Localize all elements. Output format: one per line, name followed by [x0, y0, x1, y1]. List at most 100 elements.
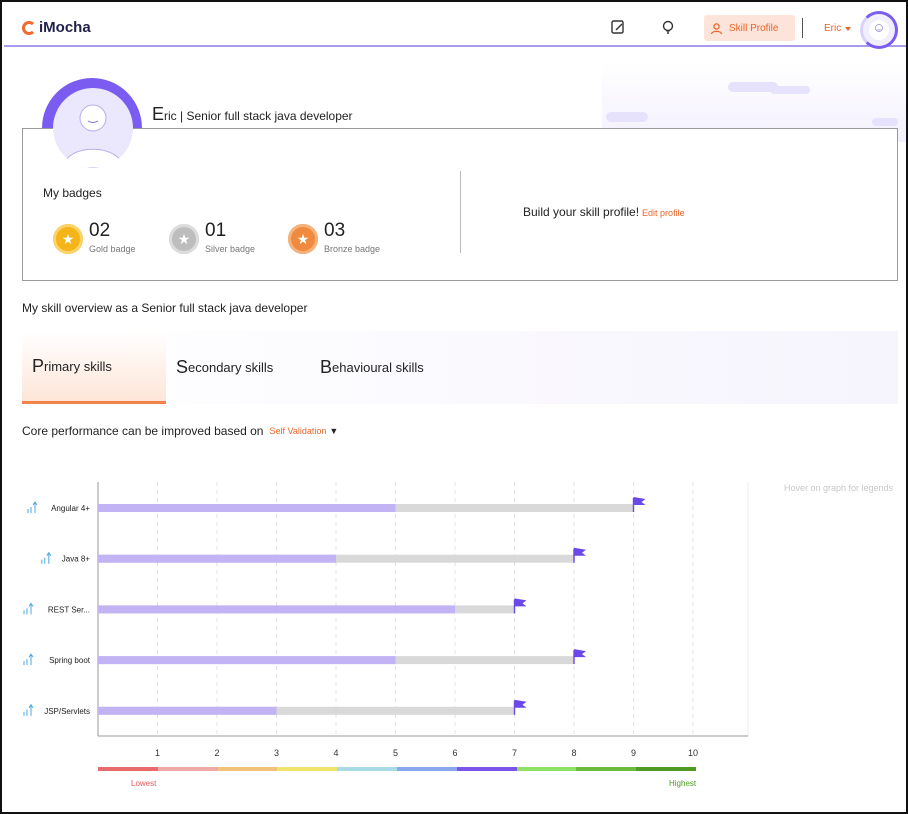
user-avatar-icon: [869, 20, 889, 40]
target-flag-icon: [514, 598, 527, 607]
bronze-badge: ★ 03 Bronze badge: [288, 221, 380, 254]
skill-category-label: Spring boot: [49, 656, 91, 665]
x-tick-label: 3: [274, 748, 279, 758]
skill-category-label: JSP/Servlets: [44, 707, 90, 716]
header-divider: [802, 18, 803, 38]
badges-card: My badges ★ 02 Gold badge ★ 01 Silver ba…: [22, 128, 898, 281]
trend-up-icon: [41, 551, 52, 564]
skill-overview-title: My skill overview as a Senior full stack…: [22, 301, 308, 315]
imocha-logo-icon: [22, 20, 36, 35]
skill-tabs: Primary skills Secondary skills Behaviou…: [22, 331, 898, 404]
top-header: iMocha Skill Profile Eric: [4, 4, 906, 49]
target-flag-icon: [633, 497, 646, 505]
x-tick-label: 5: [393, 748, 398, 758]
silver-star-badge-icon: ★: [169, 224, 199, 254]
bronze-badge-count: 03: [324, 220, 346, 241]
tab-initial: P: [32, 355, 45, 376]
legend-color-segment: [456, 767, 517, 771]
performance-legend-bar: [98, 767, 696, 771]
build-profile-label: Build your skill profile!: [523, 205, 640, 219]
x-tick-label: 8: [571, 748, 576, 758]
logo-text: iMocha: [39, 19, 91, 36]
user-icon: [710, 22, 723, 34]
gold-badge: ★ 02 Gold badge: [53, 221, 136, 254]
x-tick-label: 7: [512, 748, 517, 758]
skill-profile-label: Skill Profile: [729, 22, 779, 34]
hover-hint: Hover on graph for legends: [784, 483, 894, 493]
tab-label: rimary skills: [44, 358, 112, 374]
tab-secondary-skills[interactable]: Secondary skills: [166, 331, 306, 404]
x-tick-label: 2: [214, 748, 219, 758]
legend-highest-label: Highest: [669, 779, 697, 788]
self-validation-dropdown[interactable]: Self Validation: [269, 426, 326, 436]
notepad-edit-icon[interactable]: [609, 18, 627, 36]
trend-up-icon: [23, 653, 34, 666]
silver-badge-count: 01: [205, 220, 227, 241]
legend-color-segment: [217, 767, 278, 771]
legend-color-segment: [98, 767, 158, 771]
tab-behavioural-skills[interactable]: Behavioural skills: [310, 331, 460, 404]
x-tick-label: 6: [452, 748, 457, 758]
gold-badge-count: 02: [89, 220, 111, 241]
x-tick-label: 10: [688, 748, 698, 758]
profile-name: Eric | Senior full stack java developer: [152, 104, 353, 125]
trend-up-icon: [23, 703, 34, 716]
card-divider: [460, 171, 461, 253]
imocha-logo[interactable]: iMocha: [22, 19, 91, 36]
user-name: Eric: [824, 23, 842, 34]
tab-initial: B: [320, 357, 333, 377]
legend-color-segment: [576, 767, 637, 771]
trend-up-icon: [27, 501, 38, 513]
target-flag-icon: [574, 649, 586, 658]
skill-category-label: Angular 4+: [51, 504, 90, 513]
legend-color-segment: [337, 767, 397, 771]
header-avatar[interactable]: [860, 11, 898, 49]
cloud-decoration: [872, 118, 898, 126]
cloud-decoration: [770, 86, 810, 94]
target-flag-icon: [574, 547, 586, 556]
legend-color-segment: [636, 767, 696, 771]
target-flag-icon: [514, 699, 527, 708]
legend-color-segment: [157, 767, 218, 771]
profile-name-initial: E: [152, 104, 165, 124]
legend-color-segment: [516, 767, 577, 771]
tab-label: ehavioural skills: [332, 360, 424, 375]
legend-lowest-label: Lowest: [131, 779, 157, 788]
app-frame: iMocha Skill Profile Eric My badges ★ 02…: [0, 0, 908, 814]
silver-badge-label: Silver badge: [205, 244, 256, 254]
legend-color-segment: [396, 767, 457, 771]
skill-score-bar[interactable]: [98, 554, 336, 563]
cloud-decoration: [606, 112, 648, 122]
tab-initial: S: [176, 357, 189, 377]
lightbulb-icon[interactable]: [659, 18, 677, 36]
build-profile-text: Build your skill profile! Edit profile: [523, 205, 685, 219]
skill-score-bar[interactable]: [98, 706, 277, 715]
gold-badge-label: Gold badge: [89, 244, 136, 254]
profile-name-rest: ric | Senior full stack java developer: [164, 109, 353, 123]
bronze-star-badge-icon: ★: [288, 224, 318, 254]
skill-category-label: Java 8+: [62, 555, 91, 564]
skill-score-bar[interactable]: [98, 605, 455, 614]
skill-bar-chart[interactable]: 1 2 3 4 5 6 7 8 9 10 Angular 4+ Java 8+ REST Ser..…: [22, 477, 752, 767]
gold-star-badge-icon: ★: [53, 224, 83, 254]
core-performance-text: Core performance can be improved based o…: [22, 424, 264, 438]
edit-profile-link[interactable]: Edit profile: [642, 208, 685, 218]
skill-profile-button[interactable]: Skill Profile: [704, 15, 795, 41]
silver-badge: ★ 01 Silver badge: [169, 221, 255, 254]
caret-down-icon[interactable]: ▼: [329, 426, 338, 436]
x-tick-label: 4: [333, 748, 338, 758]
caret-down-icon: [845, 26, 852, 31]
user-menu[interactable]: Eric: [824, 23, 852, 34]
bronze-badge-label: Bronze badge: [324, 244, 381, 254]
tab-primary-skills[interactable]: Primary skills: [22, 331, 166, 404]
skill-category-label: REST Ser...: [48, 605, 90, 614]
skill-score-bar[interactable]: [98, 504, 396, 512]
x-tick-label: 9: [631, 748, 636, 758]
tab-label: econdary skills: [188, 360, 274, 375]
profile-avatar[interactable]: [53, 88, 133, 168]
legend-color-segment: [277, 767, 338, 771]
trend-up-icon: [23, 602, 34, 615]
x-tick-label: 1: [155, 748, 160, 758]
skill-score-bar[interactable]: [98, 656, 396, 665]
core-performance-line: Core performance can be improved based o…: [22, 424, 338, 438]
